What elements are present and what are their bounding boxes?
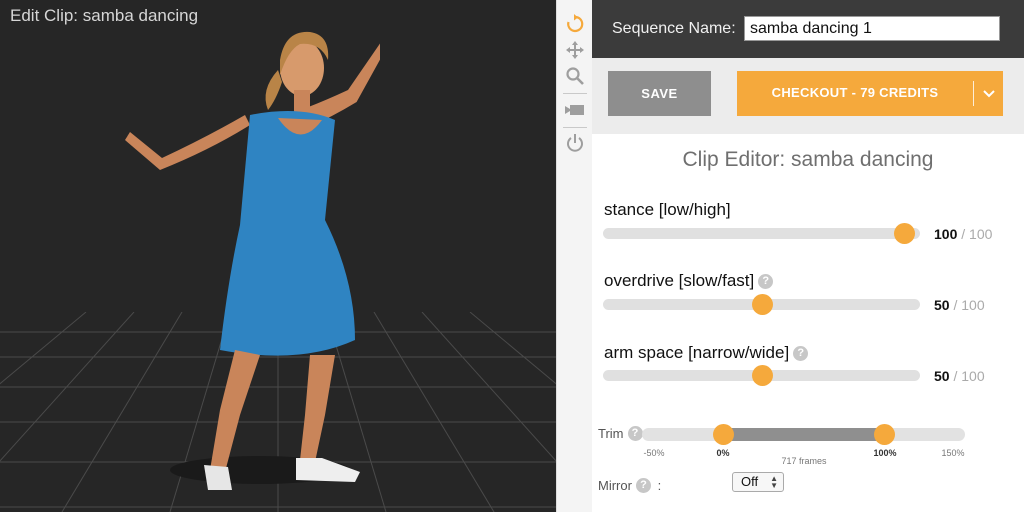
trim-label: Trim? — [598, 426, 643, 441]
chevron-down-icon[interactable] — [979, 81, 999, 106]
mirror-colon: : — [657, 478, 662, 493]
trim-tick: -50% — [643, 448, 665, 458]
trim-start-thumb[interactable] — [712, 424, 734, 445]
param-label-overdrive: overdrive [slow/fast]? — [604, 271, 774, 291]
overdrive-slider-thumb[interactable] — [751, 294, 773, 315]
trim-end-thumb[interactable] — [874, 424, 896, 445]
arm-space-slider[interactable] — [603, 365, 920, 386]
camera-icon[interactable] — [563, 98, 587, 122]
mirror-select-value: Off — [741, 474, 759, 489]
overdrive-value: 50 / 100 — [934, 297, 985, 313]
trim-frames: 717 frames — [781, 456, 827, 466]
arm-space-value-number: 50 — [934, 368, 950, 384]
param-label-arm-space: arm space [narrow/wide]? — [604, 343, 809, 363]
overdrive-value-number: 50 — [934, 297, 950, 313]
toolbar-divider — [563, 127, 587, 128]
checkout-button[interactable]: CHECKOUT - 79 CREDITS — [737, 71, 1003, 116]
zoom-icon[interactable] — [563, 64, 587, 88]
help-icon[interactable]: ? — [758, 274, 774, 289]
reset-icon[interactable] — [563, 12, 587, 36]
checkout-divider — [973, 81, 974, 106]
viewport-toolbar — [556, 0, 593, 512]
stance-slider[interactable] — [603, 223, 920, 244]
sequence-name-input[interactable] — [744, 16, 1000, 41]
arm-space-slider-thumb[interactable] — [751, 365, 773, 386]
power-icon[interactable] — [563, 131, 587, 155]
stance-value-number: 100 — [934, 226, 958, 242]
param-label-stance: stance [low/high] — [604, 200, 731, 220]
trim-selected-range[interactable] — [722, 428, 885, 441]
help-icon[interactable]: ? — [627, 426, 643, 441]
overdrive-value-max: / 100 — [953, 297, 985, 313]
help-icon[interactable]: ? — [793, 346, 809, 361]
3d-viewport[interactable]: Edit Clip: samba dancing — [0, 0, 556, 512]
stance-value-max: / 100 — [961, 226, 993, 242]
arm-space-value-max: / 100 — [953, 368, 985, 384]
stance-slider-thumb[interactable] — [894, 223, 916, 244]
trim-tick: 0% — [716, 448, 730, 458]
mirror-label: Mirror? : — [598, 478, 661, 493]
help-icon[interactable]: ? — [635, 478, 651, 493]
checkout-label: CHECKOUT - 79 CREDITS — [771, 85, 939, 100]
sequence-name-label: Sequence Name: — [612, 20, 736, 37]
overdrive-slider[interactable] — [603, 294, 920, 315]
clip-editor-panel: Sequence Name: SAVE CHECKOUT - 79 CREDIT… — [592, 0, 1024, 512]
trim-tick: 150% — [941, 448, 965, 458]
trim-tick: 100% — [873, 448, 897, 458]
up-down-arrows-icon: ▲ ▼ — [770, 474, 778, 490]
param-label-text: overdrive [slow/fast] — [604, 271, 755, 290]
dancer-figure — [125, 31, 380, 490]
viewport-title: Edit Clip: samba dancing — [10, 6, 199, 25]
stance-value: 100 / 100 — [934, 226, 992, 242]
toolbar-divider — [563, 93, 587, 94]
trim-label-text: Trim — [598, 426, 624, 441]
trim-slider[interactable] — [642, 424, 965, 445]
param-label-text: stance [low/high] — [604, 200, 731, 219]
param-label-text: arm space [narrow/wide] — [604, 343, 790, 362]
arm-space-value: 50 / 100 — [934, 368, 985, 384]
mirror-select[interactable]: Off ▲ ▼ — [732, 472, 784, 492]
action-bar: SAVE CHECKOUT - 79 CREDITS — [592, 58, 1024, 134]
editor-title: Clip Editor: samba dancing — [682, 148, 934, 171]
sequence-header: Sequence Name: — [592, 0, 1024, 58]
save-button[interactable]: SAVE — [608, 71, 711, 116]
mirror-label-text: Mirror — [598, 478, 632, 493]
move-icon[interactable] — [563, 38, 587, 62]
